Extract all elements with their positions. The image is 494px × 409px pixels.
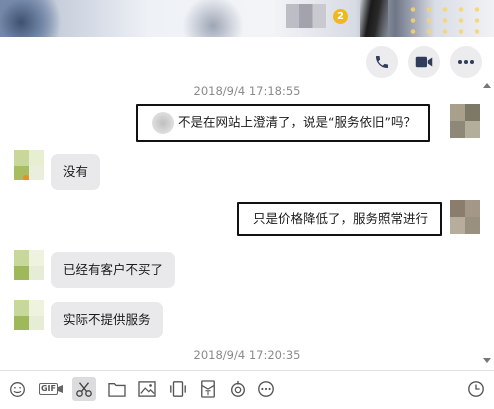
screenshot-button[interactable] bbox=[72, 377, 96, 401]
more-options-button[interactable] bbox=[450, 46, 482, 78]
my-avatar[interactable] bbox=[450, 200, 480, 234]
more-tools-button[interactable] bbox=[254, 377, 278, 401]
red-packet-button[interactable] bbox=[196, 377, 220, 401]
outgoing-message[interactable]: 只是价格降低了，服务照常进行 bbox=[236, 202, 442, 236]
voice-icon bbox=[231, 380, 245, 397]
screen-share-button[interactable] bbox=[166, 377, 190, 401]
my-avatar[interactable] bbox=[450, 104, 480, 138]
emoji-icon bbox=[9, 381, 25, 397]
scroll-down-arrow[interactable] bbox=[483, 358, 491, 363]
screen-capture-icon bbox=[170, 381, 186, 397]
message-history-button[interactable] bbox=[464, 377, 488, 401]
image-icon bbox=[138, 381, 156, 397]
gif-icon: GIF bbox=[38, 383, 58, 395]
message-text: 没有 bbox=[63, 164, 89, 179]
gif-camera-icon bbox=[58, 385, 63, 393]
message-timestamp: 2018/9/4 17:18:55 bbox=[193, 84, 301, 98]
banner-decoration bbox=[0, 0, 70, 37]
folder-icon bbox=[108, 383, 126, 397]
message-text: 只是价格降低了，服务照常进行 bbox=[252, 211, 428, 226]
red-packet-icon bbox=[201, 380, 215, 398]
contact-avatar[interactable] bbox=[14, 150, 44, 180]
banner-decoration bbox=[360, 0, 388, 37]
avatar-image bbox=[14, 250, 44, 280]
avatar-image bbox=[14, 300, 44, 330]
more-icon bbox=[258, 381, 274, 397]
avatar-image bbox=[450, 104, 480, 138]
scissors-icon bbox=[76, 382, 92, 397]
input-toolbar: GIF bbox=[0, 370, 494, 409]
gif-button[interactable]: GIF bbox=[37, 377, 65, 401]
banner-decoration bbox=[178, 0, 248, 37]
image-button[interactable] bbox=[135, 377, 159, 401]
voice-call-button[interactable] bbox=[366, 46, 398, 78]
file-button[interactable] bbox=[105, 377, 129, 401]
video-call-button[interactable] bbox=[408, 46, 440, 78]
outgoing-message[interactable]: 不是在网站上澄清了，说是“服务依旧”吗？ bbox=[136, 104, 430, 142]
video-call-icon bbox=[415, 56, 433, 68]
banner-decoration bbox=[405, 4, 485, 34]
contact-avatar[interactable] bbox=[14, 250, 44, 280]
profile-banner: 2 bbox=[0, 0, 494, 37]
phone-icon bbox=[376, 56, 388, 68]
avatar-image bbox=[450, 200, 480, 234]
message-text: 不是在网站上澄清了，说是“服务依旧”吗？ bbox=[178, 114, 416, 130]
scroll-up-arrow[interactable] bbox=[483, 83, 491, 88]
contact-avatar[interactable] bbox=[14, 300, 44, 330]
avatar-image bbox=[14, 150, 44, 180]
message-timestamp: 2018/9/4 17:20:35 bbox=[193, 348, 301, 362]
vip-badge: 2 bbox=[333, 9, 348, 24]
incoming-message[interactable]: 没有 bbox=[51, 154, 101, 190]
message-text: 实际不提供服务 bbox=[63, 312, 151, 327]
emoji-button[interactable] bbox=[5, 377, 29, 401]
history-clock-icon bbox=[468, 381, 484, 397]
incoming-message[interactable]: 已经有客户不买了 bbox=[51, 252, 176, 288]
incoming-message[interactable]: 实际不提供服务 bbox=[51, 302, 163, 338]
inline-sticker bbox=[152, 112, 175, 134]
message-text: 已经有客户不买了 bbox=[63, 262, 164, 277]
voice-message-button[interactable] bbox=[226, 377, 250, 401]
more-icon bbox=[458, 60, 474, 64]
chat-actions bbox=[366, 46, 482, 78]
contact-name-obscured bbox=[286, 4, 326, 28]
